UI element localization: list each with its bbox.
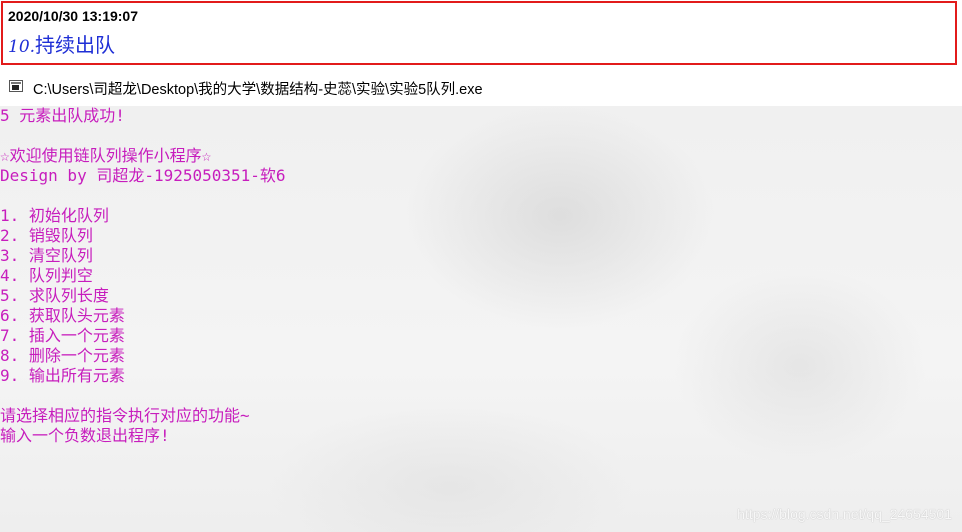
console-line-blank — [0, 386, 286, 406]
menu-option-4: 4. 队列判空 — [0, 266, 93, 285]
menu-option-2: 2. 销毁队列 — [0, 226, 93, 245]
console-line-result: 5 元素出队成功! — [0, 106, 125, 125]
console-line-blank — [0, 186, 286, 206]
menu-option-3: 3. 清空队列 — [0, 246, 93, 265]
note-number: 10. — [8, 37, 36, 57]
menu-option-8: 8. 删除一个元素 — [0, 346, 125, 365]
watermark: https://blog.csdn.net/qq_24654501 — [737, 506, 952, 522]
menu-option-7: 7. 插入一个元素 — [0, 326, 125, 345]
annotation-box: 2020/10/30 13:19:07 10.持续出队 — [1, 1, 957, 65]
window-title: C:\Users\司超龙\Desktop\我的大学\数据结构-史蕊\实验\实验5… — [33, 82, 483, 98]
console-exit-hint: 输入一个负数退出程序! — [0, 426, 170, 445]
timestamp: 2020/10/30 13:19:07 — [8, 8, 138, 24]
console-line-welcome: ☆欢迎使用链队列操作小程序☆ — [0, 146, 212, 165]
note-title-text: 持续出队 — [35, 33, 116, 57]
console-window-icon — [9, 80, 23, 92]
note-heading: 10.持续出队 — [8, 29, 115, 58]
console-line-blank — [0, 126, 286, 146]
console-titlebar[interactable]: C:\Users\司超龙\Desktop\我的大学\数据结构-史蕊\实验\实验5… — [0, 70, 962, 106]
menu-option-1: 1. 初始化队列 — [0, 206, 109, 225]
menu-option-9: 9. 输出所有元素 — [0, 366, 125, 385]
console-output[interactable]: 5 元素出队成功! ☆欢迎使用链队列操作小程序☆ Design by 司超龙-1… — [0, 106, 962, 532]
menu-option-5: 5. 求队列长度 — [0, 286, 109, 305]
menu-option-6: 6. 获取队头元素 — [0, 306, 125, 325]
console-lines: 5 元素出队成功! ☆欢迎使用链队列操作小程序☆ Design by 司超龙-1… — [0, 106, 286, 446]
console-prompt: 请选择相应的指令执行对应的功能~ — [0, 406, 250, 425]
console-line-design: Design by 司超龙-1925050351-软6 — [0, 166, 286, 185]
